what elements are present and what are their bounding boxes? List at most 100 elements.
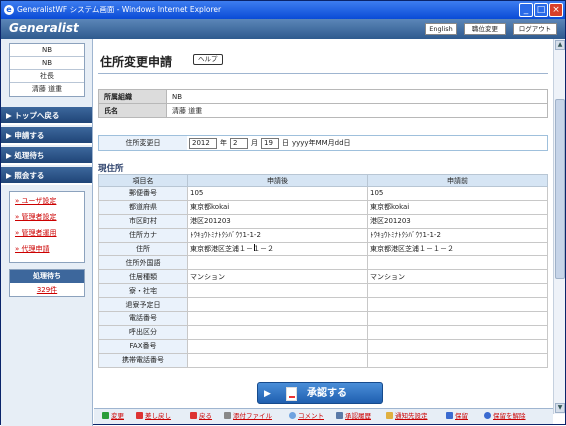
link-proxy-apply[interactable]: » 代理申請 [15,244,79,260]
row-label: 郵便番号 [98,186,188,201]
table-row: 寮・社宅 [98,283,548,299]
link-admin-settings[interactable]: » 管理者設定 [15,212,79,228]
row-label: 退寮予定日 [98,297,188,313]
vertical-scrollbar[interactable]: ▲ ▼ [553,39,565,414]
history-link[interactable]: 承認履歴 [336,412,371,421]
table-row: 電話番号 [98,311,548,326]
help-button[interactable]: ヘルプ [193,54,223,65]
user-info-line: 社長 [10,70,84,83]
year-unit: 年 [220,139,227,147]
nav-top-button[interactable]: ▶ トップへ戻る [1,107,92,125]
back-link[interactable]: 戻る [190,412,212,421]
arrow-left-icon [136,412,143,419]
row-before-value [367,338,548,354]
approve-label: 承認する [307,388,347,399]
link-admin-operation[interactable]: » 管理者運用 [15,228,79,244]
row-after-value [187,297,368,313]
logout-button[interactable]: ログアウト [513,23,557,35]
org-value: NB [166,89,548,104]
change-link[interactable]: 変更 [102,412,124,421]
footer-label: 保留を解除 [493,412,526,420]
hold-link[interactable]: 保留 [446,412,468,421]
row-label: 電話番号 [98,311,188,326]
table-row: 住所外国語 [98,255,548,271]
user-info-box: NB NB 社長 清藤 道重 [9,43,85,97]
title-divider [98,73,548,74]
table-row: 住居種類 マンション マンション [98,269,548,285]
row-before-value: マンション [367,269,548,285]
row-label: 都道府県 [98,199,188,215]
month-unit: 月 [251,139,258,147]
month-input[interactable]: 2 [230,138,248,149]
footer-label: 保留 [455,412,468,420]
row-before-value [367,283,548,299]
footer-label: 変更 [111,412,124,420]
chevron-right-icon: ▶ [264,389,271,399]
row-before-value [367,297,548,313]
position-change-button[interactable]: 職位変更 [464,23,506,35]
col-header-before: 申請前 [367,174,548,187]
approve-button[interactable]: ▶ 承認する [257,382,383,404]
col-header-after: 申請後 [187,174,368,187]
footer-label: 添付ファイル [233,412,272,420]
scroll-thumb[interactable] [555,99,565,279]
link-user-settings[interactable]: » ユーザ設定 [15,196,79,212]
user-info-line: NB [10,57,84,70]
scroll-down-icon[interactable]: ▼ [555,403,565,413]
release-icon [484,412,491,419]
paperclip-icon [224,412,231,419]
name-label: 氏名 [98,103,167,118]
release-hold-link[interactable]: 保留を解除 [484,412,526,421]
table-row: 市区町村 港区201203 港区201203 [98,213,548,229]
list-icon [336,412,343,419]
pending-count-link[interactable]: 329件 [10,283,84,297]
section-title: 現住所 [98,164,124,174]
scroll-up-icon[interactable]: ▲ [555,40,565,50]
row-label: 市区町村 [98,213,188,229]
attachment-link[interactable]: 添付ファイル [224,412,272,421]
row-before-value: 港区201203 [367,213,548,229]
row-label: 携帯電話番号 [98,352,188,368]
nav-inquiry-button[interactable]: ▶ 照会する [1,167,92,185]
comment-link[interactable]: コメント [289,412,324,421]
table-row: FAX番号 [98,338,548,354]
document-icon [286,387,297,401]
row-after-value: 東京都kokai [187,199,368,215]
year-input[interactable]: 2012 [189,138,217,149]
day-unit: 日 [282,139,289,147]
row-after-value: 東京都港区芝浦１－１－２ [187,241,368,257]
nav-label: 照会する [14,171,45,180]
row-after-value [187,311,368,326]
pending-label: 処理待ち [10,270,84,283]
settings-links: » ユーザ設定 » 管理者設定 » 管理者運用 » 代理申請 [9,191,85,263]
maximize-button[interactable]: □ [534,3,548,17]
date-format-hint: yyyy年MM月dd日 [292,139,351,147]
browser-window: e GeneralistWF システム画面 - Windows Internet… [0,0,566,426]
row-after-value: 港区201203 [187,213,368,229]
footer-label: 差し戻し [145,412,171,420]
nav-apply-button[interactable]: ▶ 申請する [1,127,92,145]
day-input[interactable]: 19 [261,138,279,149]
table-row: 退寮予定日 [98,297,548,313]
nav-pending-button[interactable]: ▶ 処理待ち [1,147,92,165]
mail-icon [386,412,393,419]
row-before-value: 105 [367,186,548,201]
row-after-value [187,352,368,368]
row-label: 呼出区分 [98,324,188,340]
link-label: 代理申請 [21,245,50,253]
english-button[interactable]: English [425,23,457,35]
nav-label: トップへ戻る [14,111,60,120]
sendback-link[interactable]: 差し戻し [136,412,171,421]
comment-icon [289,412,296,419]
address-table: 項目名 申請後 申請前 郵便番号 105 105 都道府県 東京都kokai 東京都kok… [98,174,548,368]
notify-link[interactable]: 通知先設定 [386,412,428,421]
close-button[interactable]: × [549,3,563,17]
user-info-line: NB [10,44,84,57]
hold-icon [446,412,453,419]
link-label: 管理者運用 [21,229,57,237]
sidebar: NB NB 社長 清藤 道重 ▶ トップへ戻る ▶ 申請する ▶ 処理待ち ▶ … [1,39,93,426]
app-header: Generalist English 職位変更 ログアウト [1,19,565,39]
minimize-button[interactable]: _ [519,3,533,17]
table-row: 都道府県 東京都kokai 東京都kokai [98,199,548,215]
action-footer: 変更 差し戻し 戻る 添付ファイル コメント 承認履歴 通知先設定 保留 保留を… [94,408,553,424]
